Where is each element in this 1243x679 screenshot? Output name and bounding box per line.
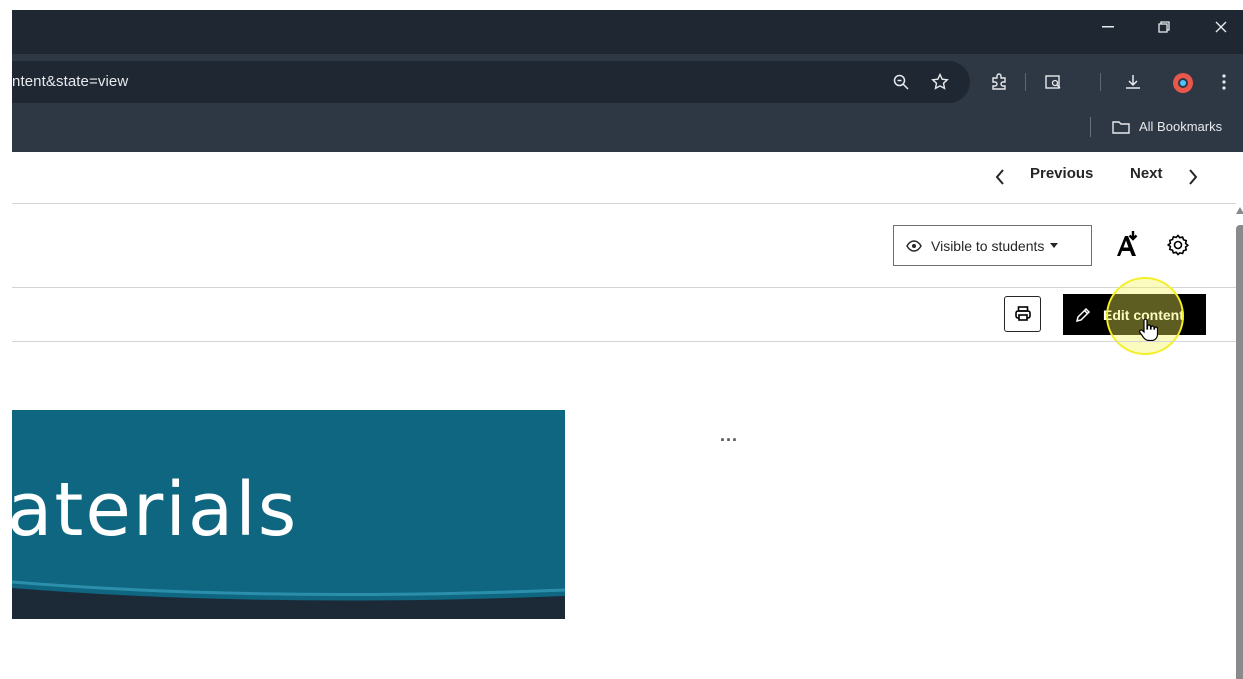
- url-text[interactable]: ntent&state=view: [12, 73, 128, 90]
- course-materials-banner: aterials: [12, 410, 565, 619]
- extensions-icon[interactable]: [988, 71, 1010, 93]
- toolbar-separator: [1100, 73, 1101, 91]
- settings-gear-icon[interactable]: [1164, 231, 1192, 259]
- restore-icon[interactable]: [1142, 10, 1186, 44]
- eye-icon: [906, 239, 922, 252]
- divider: [12, 341, 1236, 342]
- next-link[interactable]: Next: [1130, 165, 1163, 189]
- print-button[interactable]: [1004, 296, 1041, 332]
- divider: [12, 203, 1236, 204]
- pencil-icon: [1075, 307, 1091, 323]
- download-icon[interactable]: [1122, 71, 1144, 93]
- toolbar-separator: [1025, 73, 1026, 91]
- all-bookmarks-link[interactable]: All Bookmarks: [1139, 119, 1222, 134]
- bookmarks-separator: [1090, 117, 1091, 137]
- reading-list-icon[interactable]: [1042, 71, 1064, 93]
- browser-menu-icon[interactable]: [1213, 71, 1235, 93]
- address-bar[interactable]: [12, 61, 970, 103]
- more-options-icon[interactable]: ...: [720, 425, 738, 446]
- chevron-left-icon[interactable]: [991, 166, 1009, 188]
- browser-title-bar: [12, 10, 1243, 54]
- visibility-label: Visible to students: [931, 237, 1045, 254]
- visibility-dropdown[interactable]: Visible to students: [893, 225, 1092, 266]
- divider: [12, 287, 1236, 288]
- page-scrollbar[interactable]: [1236, 225, 1243, 679]
- close-window-icon[interactable]: [1199, 10, 1243, 44]
- profile-avatar-icon[interactable]: [1171, 71, 1195, 95]
- folder-icon[interactable]: [1110, 118, 1132, 136]
- printer-icon: [1014, 306, 1031, 321]
- hand-cursor-icon: [1136, 316, 1160, 344]
- bookmarks-bar: [12, 110, 1243, 152]
- previous-link[interactable]: Previous: [1030, 165, 1093, 189]
- banner-wave: [12, 580, 565, 619]
- caret-down-icon: [1050, 243, 1059, 248]
- minimize-icon[interactable]: [1086, 10, 1130, 44]
- chevron-right-icon[interactable]: [1184, 166, 1202, 188]
- zoom-icon[interactable]: [890, 71, 912, 93]
- bookmark-star-icon[interactable]: [929, 71, 951, 93]
- accessibility-alt-formats-icon[interactable]: [1112, 229, 1142, 259]
- scroll-up-icon[interactable]: [1236, 207, 1243, 214]
